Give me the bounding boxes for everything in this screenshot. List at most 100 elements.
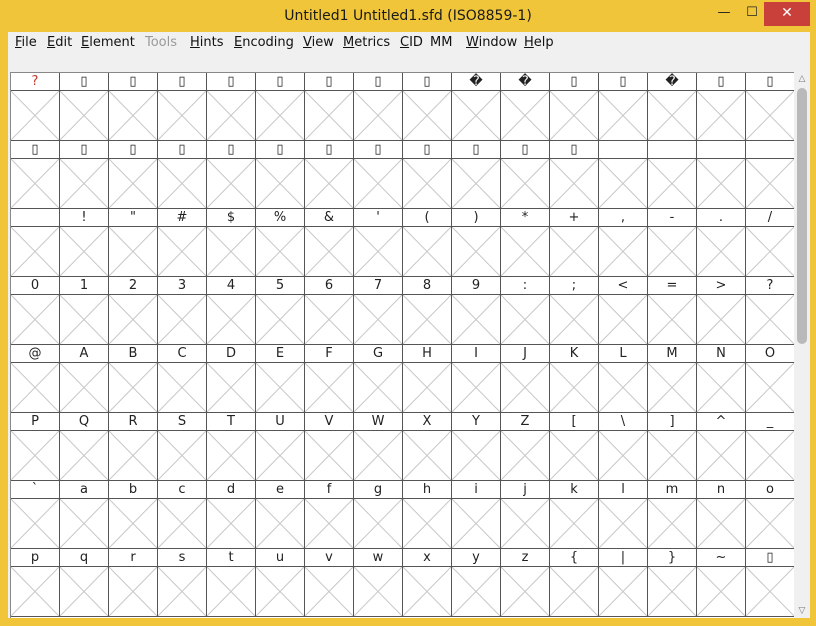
menu-encoding[interactable]: Encoding [234, 35, 294, 50]
glyph-cell[interactable]: c [158, 481, 207, 549]
glyph-cell[interactable]: U [256, 413, 305, 481]
glyph-cell[interactable]: D [207, 345, 256, 413]
glyph-cell[interactable]: 4 [207, 277, 256, 345]
glyph-cell[interactable]: ~ [697, 549, 746, 617]
glyph-cell[interactable]: " [109, 209, 158, 277]
glyph-cell[interactable]: ( [403, 209, 452, 277]
glyph-cell[interactable]: V [305, 413, 354, 481]
glyph-cell[interactable]: & [305, 209, 354, 277]
glyph-cell[interactable]: _ [746, 413, 794, 481]
glyph-cell[interactable]: > [697, 277, 746, 345]
scrollbar-thumb[interactable] [797, 88, 807, 344]
glyph-cell[interactable]: ▯ [109, 73, 158, 141]
glyph-cell[interactable]: T [207, 413, 256, 481]
glyph-cell[interactable]: , [599, 209, 648, 277]
glyph-cell[interactable]: ] [648, 413, 697, 481]
glyph-cell[interactable]: ▯ [452, 141, 501, 209]
glyph-cell[interactable]: 0 [11, 277, 60, 345]
glyph-cell[interactable]: m [648, 481, 697, 549]
menu-metrics[interactable]: Metrics [343, 35, 390, 50]
glyph-cell[interactable]: 3 [158, 277, 207, 345]
glyph-cell[interactable]: l [599, 481, 648, 549]
glyph-cell[interactable] [746, 141, 794, 209]
glyph-cell[interactable]: y [452, 549, 501, 617]
glyph-cell[interactable]: < [599, 277, 648, 345]
glyph-cell[interactable]: i [452, 481, 501, 549]
glyph-cell[interactable]: W [354, 413, 403, 481]
menu-window[interactable]: Window [466, 35, 517, 50]
glyph-cell[interactable]: e [256, 481, 305, 549]
glyph-cell[interactable]: B [109, 345, 158, 413]
glyph-cell[interactable]: + [550, 209, 599, 277]
glyph-cell[interactable]: ; [550, 277, 599, 345]
glyph-cell[interactable]: x [403, 549, 452, 617]
glyph-cell[interactable]: a [60, 481, 109, 549]
menu-file[interactable]: File [15, 35, 37, 50]
glyph-cell[interactable]: ! [60, 209, 109, 277]
glyph-cell[interactable]: % [256, 209, 305, 277]
glyph-cell[interactable]: ▯ [305, 73, 354, 141]
glyph-cell[interactable]: 6 [305, 277, 354, 345]
menu-edit[interactable]: Edit [47, 35, 72, 50]
scroll-down-arrow-icon[interactable]: ▽ [794, 604, 810, 618]
glyph-cell[interactable]: u [256, 549, 305, 617]
glyph-cell[interactable]: X [403, 413, 452, 481]
glyph-cell[interactable]: ▯ [403, 141, 452, 209]
glyph-cell[interactable]: [ [550, 413, 599, 481]
glyph-cell[interactable] [11, 209, 60, 277]
glyph-cell[interactable]: ▯ [550, 73, 599, 141]
glyph-cell[interactable]: H [403, 345, 452, 413]
glyph-cell[interactable]: : [501, 277, 550, 345]
glyph-cell[interactable]: Q [60, 413, 109, 481]
glyph-cell[interactable]: S [158, 413, 207, 481]
glyph-cell[interactable]: ▯ [60, 141, 109, 209]
glyph-cell[interactable]: ▯ [11, 141, 60, 209]
glyph-cell[interactable]: w [354, 549, 403, 617]
glyph-cell[interactable]: E [256, 345, 305, 413]
glyph-cell[interactable] [599, 141, 648, 209]
menu-mm[interactable]: MM [430, 35, 452, 50]
glyph-cell[interactable]: h [403, 481, 452, 549]
glyph-cell[interactable]: ▯ [501, 141, 550, 209]
glyph-cell[interactable]: k [550, 481, 599, 549]
glyph-cell[interactable]: ▯ [256, 141, 305, 209]
glyph-cell[interactable]: b [109, 481, 158, 549]
glyph-cell[interactable]: ' [354, 209, 403, 277]
glyph-cell[interactable]: Y [452, 413, 501, 481]
glyph-cell[interactable] [648, 141, 697, 209]
glyph-cell[interactable]: / [746, 209, 794, 277]
glyph-cell[interactable]: d [207, 481, 256, 549]
glyph-cell[interactable]: * [501, 209, 550, 277]
glyph-cell[interactable]: \ [599, 413, 648, 481]
glyph-cell[interactable]: z [501, 549, 550, 617]
glyph-cell[interactable]: ▯ [256, 73, 305, 141]
glyph-cell[interactable]: # [158, 209, 207, 277]
glyph-cell[interactable]: ▯ [60, 73, 109, 141]
glyph-cell[interactable]: ? [746, 277, 794, 345]
glyph-cell[interactable]: = [648, 277, 697, 345]
glyph-cell[interactable]: � [452, 73, 501, 141]
menu-element[interactable]: Element [81, 35, 135, 50]
glyph-cell[interactable]: F [305, 345, 354, 413]
glyph-cell[interactable]: @ [11, 345, 60, 413]
glyph-cell[interactable]: ▯ [746, 549, 794, 617]
glyph-cell[interactable]: � [648, 73, 697, 141]
glyph-cell[interactable]: ▯ [305, 141, 354, 209]
glyph-cell[interactable] [697, 141, 746, 209]
glyph-cell[interactable]: I [452, 345, 501, 413]
glyph-cell[interactable]: ? [11, 73, 60, 141]
glyph-cell[interactable]: O [746, 345, 794, 413]
glyph-cell[interactable]: j [501, 481, 550, 549]
glyph-cell[interactable]: ▯ [354, 141, 403, 209]
glyph-cell[interactable]: g [354, 481, 403, 549]
glyph-cell[interactable]: 8 [403, 277, 452, 345]
glyph-cell[interactable]: J [501, 345, 550, 413]
glyph-cell[interactable]: o [746, 481, 794, 549]
glyph-cell[interactable]: R [109, 413, 158, 481]
title-bar[interactable]: Untitled1 Untitled1.sfd (ISO8859-1) — ☐ … [0, 0, 816, 32]
glyph-cell[interactable]: r [109, 549, 158, 617]
glyph-cell[interactable]: } [648, 549, 697, 617]
minimize-button[interactable]: — [710, 2, 738, 26]
glyph-cell[interactable]: ▯ [158, 73, 207, 141]
glyph-cell[interactable]: ▯ [158, 141, 207, 209]
